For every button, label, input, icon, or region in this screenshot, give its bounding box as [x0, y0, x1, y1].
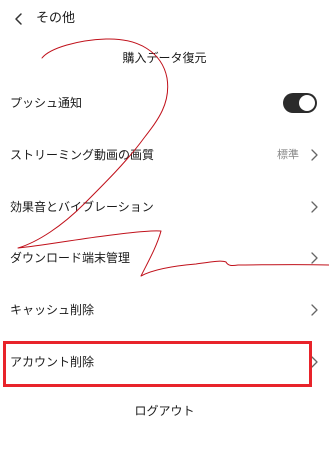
setting-label: プッシュ通知	[10, 96, 83, 110]
chevron-left-icon	[15, 13, 22, 25]
restore-purchases-link[interactable]: 購入データ復元	[0, 49, 329, 67]
setting-label: キャッシュ削除	[10, 303, 95, 317]
setting-row-clear-cache[interactable]: キャッシュ削除	[0, 290, 329, 330]
page-title: その他	[36, 11, 76, 26]
setting-row-push-notifications[interactable]: プッシュ通知	[0, 83, 329, 123]
back-button[interactable]	[8, 8, 30, 30]
chevron-right-icon	[311, 201, 318, 213]
setting-label: ダウンロード端末管理	[10, 251, 131, 265]
header-bar: その他	[0, 0, 329, 40]
toggle-knob	[299, 95, 315, 111]
setting-label: 効果音とバイブレーション	[10, 200, 154, 214]
chevron-right-icon	[311, 356, 318, 368]
chevron-right-icon	[311, 252, 318, 264]
setting-value: 標準	[277, 148, 299, 161]
setting-row-delete-account[interactable]: アカウント削除	[0, 342, 329, 382]
push-notification-toggle[interactable]	[283, 93, 317, 113]
chevron-right-icon	[311, 304, 318, 316]
chevron-right-icon	[311, 149, 318, 161]
logout-button[interactable]: ログアウト	[0, 402, 329, 420]
setting-row-sound-vibration[interactable]: 効果音とバイブレーション	[0, 187, 329, 227]
handwritten-scribble-annotation	[17, 38, 329, 277]
setting-label: アカウント削除	[10, 355, 95, 369]
setting-label: ストリーミング動画の画質	[10, 148, 155, 162]
setting-row-download-devices[interactable]: ダウンロード端末管理	[0, 238, 329, 278]
setting-row-streaming-quality[interactable]: ストリーミング動画の画質 標準	[0, 135, 329, 175]
